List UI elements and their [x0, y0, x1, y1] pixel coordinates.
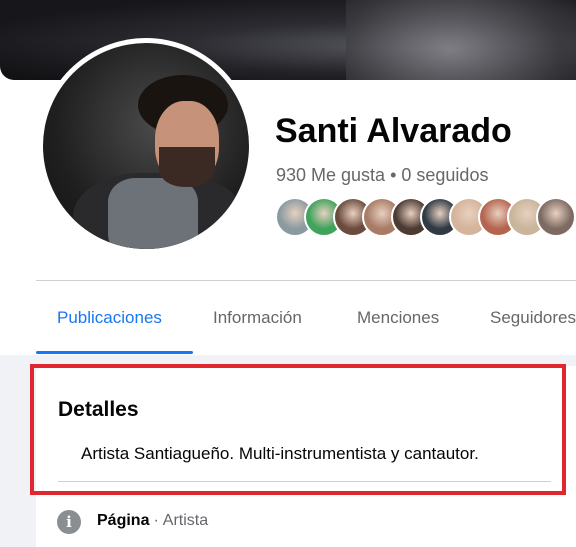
highlight-box: [30, 364, 566, 495]
info-icon: i: [57, 510, 81, 534]
page-name: Santi Alvarado: [275, 112, 512, 150]
category-value[interactable]: Artista: [163, 512, 208, 529]
active-tab-indicator: [36, 351, 193, 354]
profile-avatar[interactable]: [38, 38, 254, 254]
header-divider: [36, 280, 576, 281]
page-category: Página · Artista: [97, 512, 208, 530]
tab-publicaciones[interactable]: Publicaciones: [57, 308, 162, 328]
avatar-photo: [43, 43, 249, 249]
tab-seguidores[interactable]: Seguidores: [490, 308, 576, 328]
friend-avatar[interactable]: [536, 197, 576, 237]
page-stats: 930 Me gusta • 0 seguidos: [276, 165, 488, 186]
details-description: Artista Santiagueño. Multi-instrumentist…: [81, 444, 479, 463]
details-title: Detalles: [58, 398, 139, 421]
stats-separator: •: [390, 165, 397, 185]
tab-informacion[interactable]: Información: [213, 308, 302, 328]
category-separator: ·: [153, 512, 159, 529]
details-divider: [58, 481, 551, 482]
profile-tabs: Publicaciones Información Menciones Segu…: [36, 290, 576, 354]
tab-menciones[interactable]: Menciones: [357, 308, 439, 328]
following-count[interactable]: 0 seguidos: [401, 165, 488, 185]
likes-count[interactable]: 930 Me gusta: [276, 165, 385, 185]
friend-avatars: [275, 197, 576, 239]
category-label: Página: [97, 512, 150, 529]
